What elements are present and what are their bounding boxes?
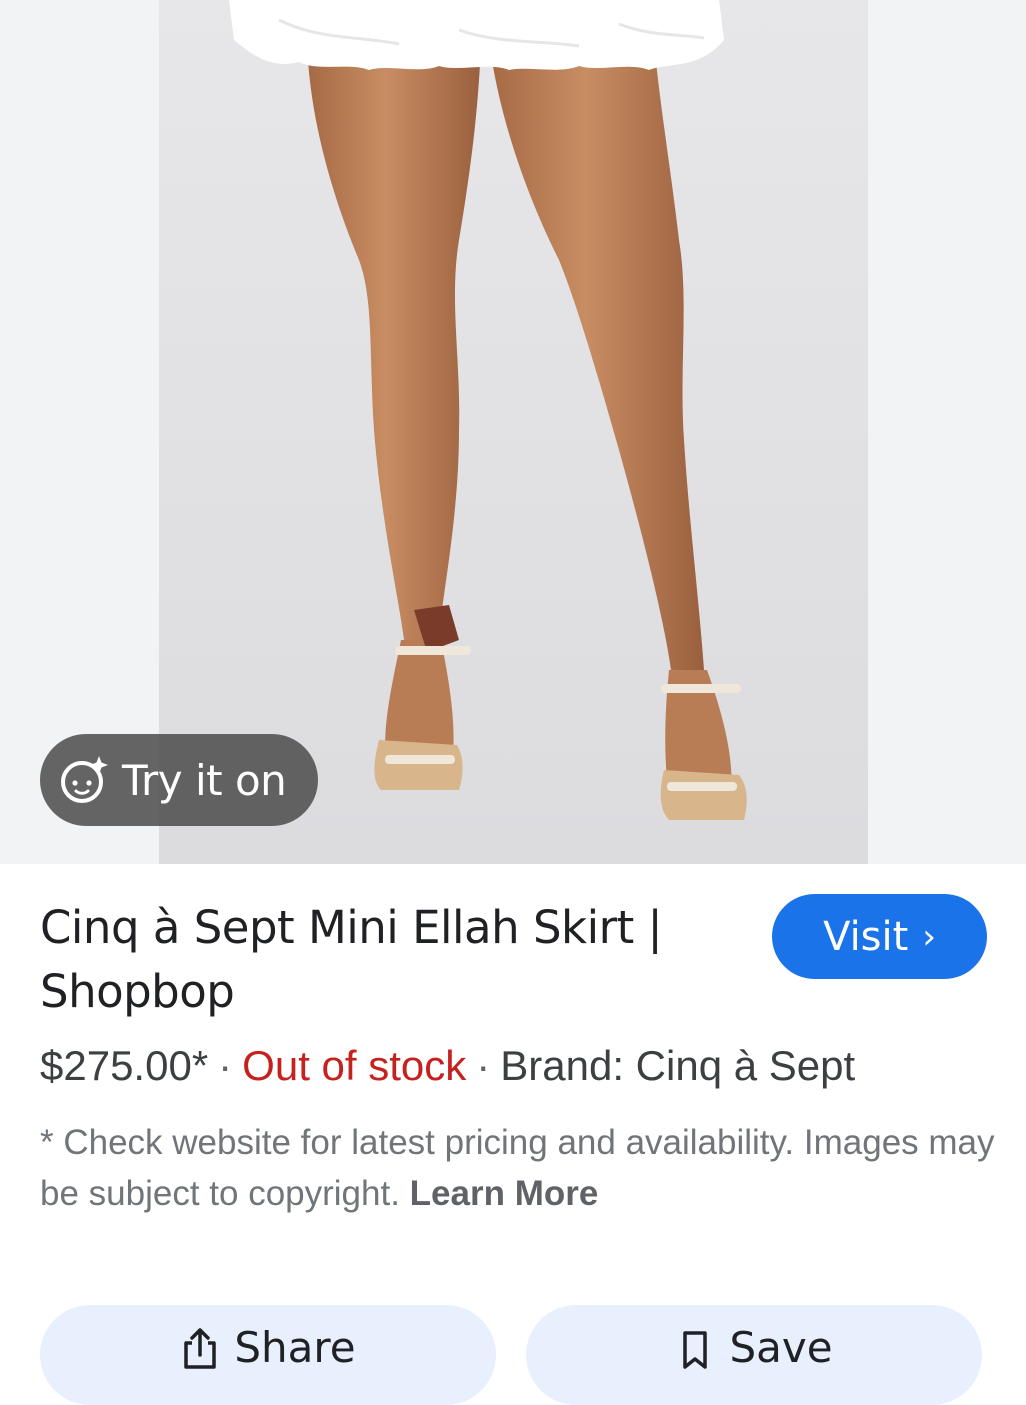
share-icon: [180, 1327, 220, 1371]
brand: Brand: Cinq à Sept: [500, 1042, 856, 1089]
product-meta: $275.00* · Out of stock · Brand: Cinq à Sept: [40, 1038, 1000, 1094]
visit-label: Visit: [823, 913, 909, 960]
try-it-on-label: Try it on: [122, 755, 287, 805]
product-title[interactable]: Cinq à Sept Mini Ellah Skirt | Shopbop: [40, 896, 740, 1024]
separator: ·: [476, 1042, 491, 1089]
product-image-area: Try it on: [0, 0, 1026, 864]
face-sparkle-icon: [58, 754, 110, 806]
save-button[interactable]: Save: [526, 1305, 982, 1405]
try-it-on-button[interactable]: Try it on: [40, 734, 318, 826]
share-button[interactable]: Share: [40, 1305, 496, 1405]
stock-status: Out of stock: [242, 1042, 467, 1089]
price: $275.00*: [40, 1042, 209, 1089]
save-label: Save: [729, 1323, 833, 1372]
learn-more-link[interactable]: Learn More: [410, 1174, 599, 1213]
chevron-right-icon: ›: [922, 916, 936, 957]
share-label: Share: [234, 1323, 356, 1372]
separator: ·: [218, 1042, 233, 1089]
visit-button[interactable]: Visit ›: [772, 894, 987, 979]
disclaimer: * Check website for latest pricing and a…: [40, 1117, 1000, 1219]
bookmark-icon: [675, 1327, 715, 1371]
